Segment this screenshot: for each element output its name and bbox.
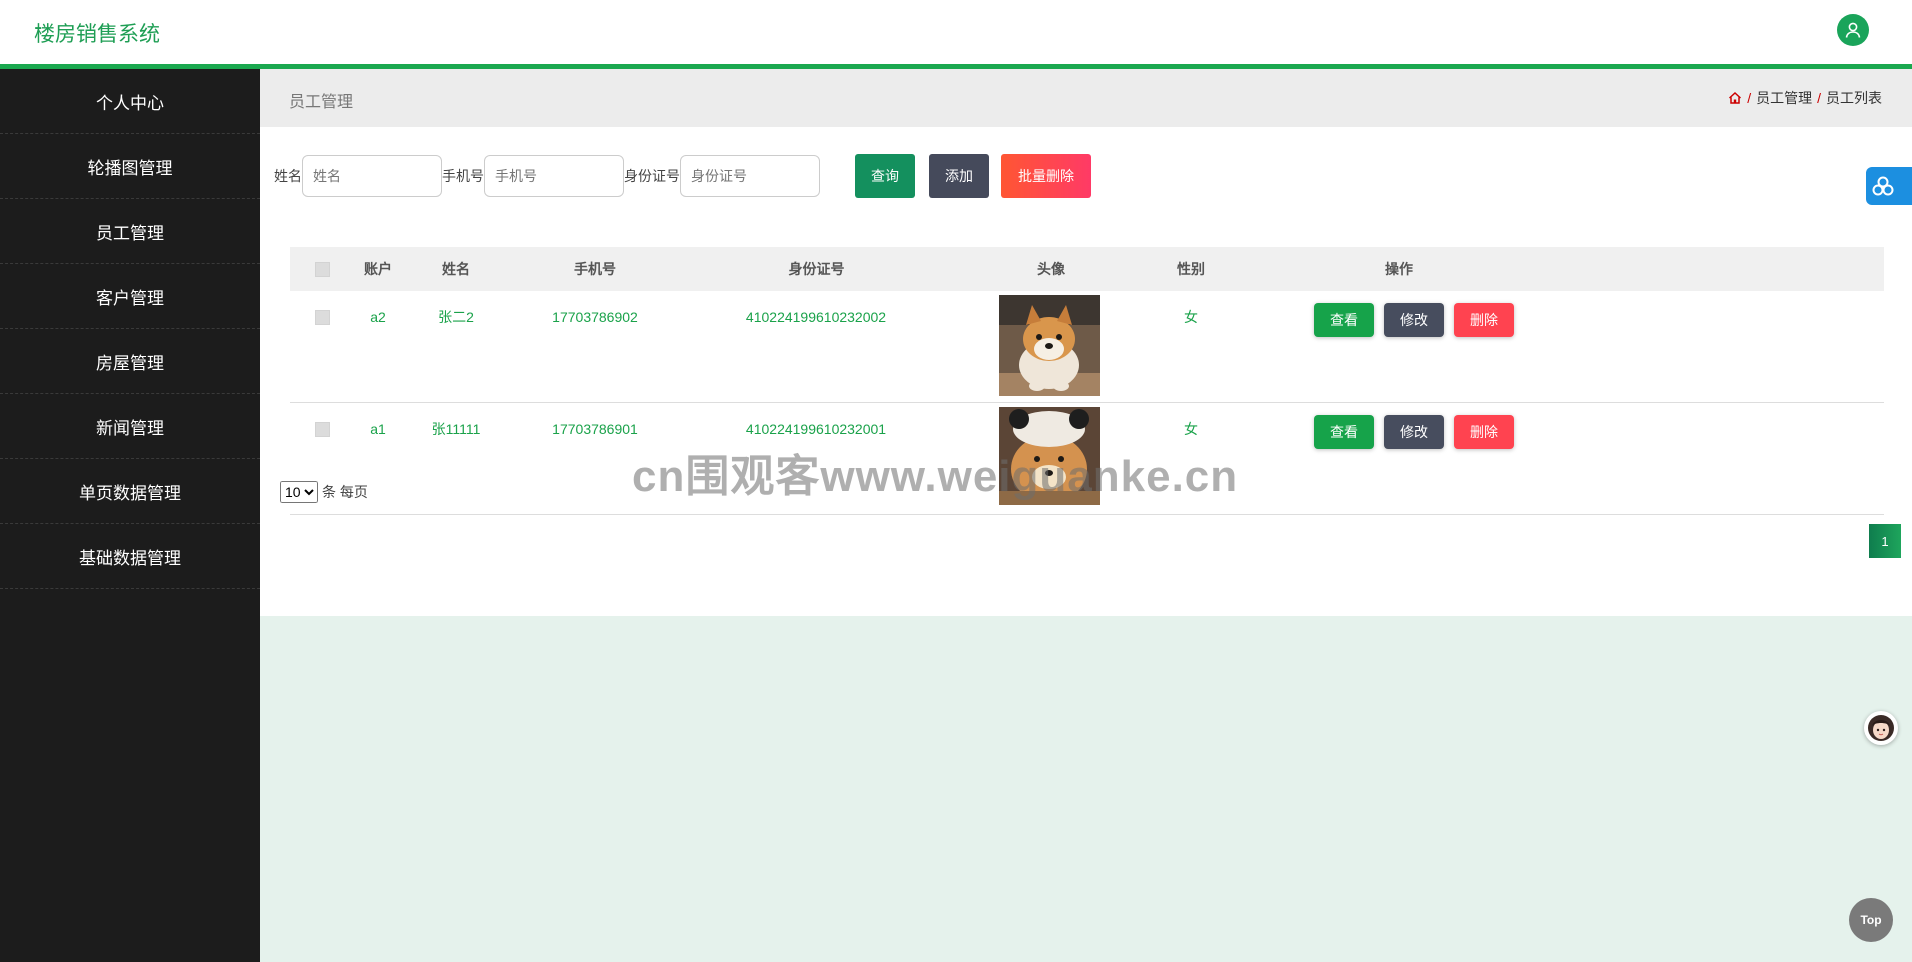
shiba-dog-avatar-image: [999, 295, 1100, 396]
cell-phone: 17703786901: [552, 421, 638, 437]
sidebar-item-label: 房屋管理: [96, 353, 164, 373]
sidebar-item-basic-data[interactable]: 基础数据管理: [0, 524, 260, 589]
view-button[interactable]: 查看: [1314, 303, 1374, 337]
app-title: 楼房销售系统: [34, 23, 160, 46]
user-icon[interactable]: [1837, 14, 1869, 46]
sidebar-item-houses[interactable]: 房屋管理: [0, 329, 260, 394]
sidebar-item-news[interactable]: 新闻管理: [0, 394, 260, 459]
cell-name: 张11111: [431, 421, 481, 437]
column-header-id-number: 身份证号: [788, 261, 845, 277]
id-number-label: 身份证号: [624, 168, 680, 184]
cell-gender: 女: [1184, 309, 1198, 325]
cell-gender: 女: [1184, 421, 1198, 437]
content-panel: 姓名 手机号 身份证号 查询 添加 批量删除 账户 姓名 手机号 身份证号 头像…: [260, 127, 1912, 616]
phone-label: 手机号: [442, 168, 484, 184]
id-number-input[interactable]: [680, 155, 820, 197]
checkbox-box: [314, 421, 330, 437]
back-to-top-button[interactable]: Top: [1849, 898, 1893, 942]
row-actions: 查看 修改 删除: [1314, 303, 1514, 337]
column-header-actions: 操作: [1385, 261, 1413, 277]
sidebar-item-label: 客户管理: [96, 288, 164, 308]
assistant-face-icon: [1868, 715, 1894, 741]
top-header: 楼房销售系统: [0, 0, 1912, 64]
watermark: cn围观客www.weiguanke.cn: [632, 452, 1239, 501]
sidebar-item-label: 员工管理: [96, 223, 164, 243]
breadcrumb-separator: /: [1817, 90, 1821, 106]
breadcrumb-item-employees[interactable]: 员工管理: [1756, 88, 1812, 108]
checkbox-box: [314, 261, 330, 277]
search-form: 姓名 手机号 身份证号 查询 添加 批量删除: [274, 154, 1091, 198]
query-button[interactable]: 查询: [855, 154, 915, 198]
user-icon-glyph: [1845, 22, 1861, 38]
cell-name: 张二2: [438, 309, 474, 325]
column-header-name: 姓名: [442, 261, 470, 277]
sidebar-item-label: 新闻管理: [96, 418, 164, 438]
row-checkbox[interactable]: [310, 303, 334, 331]
column-header-avatar: 头像: [1037, 261, 1065, 277]
per-page-label: 条 每页: [322, 484, 368, 500]
add-button[interactable]: 添加: [929, 154, 989, 198]
name-input[interactable]: [302, 155, 442, 197]
cell-id-number: 410224199610232001: [745, 421, 887, 437]
phone-input[interactable]: [484, 155, 624, 197]
sidebar-item-label: 个人中心: [96, 93, 164, 113]
breadcrumb-separator: /: [1747, 90, 1752, 106]
cell-account: a2: [370, 309, 386, 325]
home-icon[interactable]: [1728, 91, 1742, 105]
checkbox-box: [314, 309, 330, 325]
cell-account: a1: [370, 421, 386, 437]
column-header-gender: 性别: [1177, 261, 1205, 277]
page-size-control: 10 条 每页: [280, 481, 368, 503]
name-label: 姓名: [274, 168, 302, 184]
batch-delete-button[interactable]: 批量删除: [1001, 154, 1091, 198]
sidebar-item-employees[interactable]: 员工管理: [0, 199, 260, 264]
sidebar-item-carousel[interactable]: 轮播图管理: [0, 134, 260, 199]
cell-phone: 17703786902: [552, 309, 638, 325]
delete-button[interactable]: 删除: [1454, 303, 1514, 337]
table-header: 账户 姓名 手机号 身份证号 头像 性别 操作: [290, 247, 1884, 291]
sidebar-item-personal-center[interactable]: 个人中心: [0, 69, 260, 134]
row-actions: 查看 修改 删除: [1314, 415, 1514, 449]
table-row: a2 张二2 17703786902 410224199610232002 女 …: [290, 291, 1884, 403]
view-button[interactable]: 查看: [1314, 415, 1374, 449]
sidebar: 个人中心 轮播图管理 员工管理 客户管理 房屋管理 新闻管理 单页数据管理 基础…: [0, 69, 260, 962]
delete-button[interactable]: 删除: [1454, 415, 1514, 449]
select-all-checkbox[interactable]: [310, 247, 334, 291]
edit-button[interactable]: 修改: [1384, 303, 1444, 337]
page-size-select[interactable]: 10: [280, 481, 318, 503]
breadcrumb-bar: 员工管理 / 员工管理 / 员工列表: [260, 69, 1912, 127]
sidebar-item-label: 轮播图管理: [87, 158, 173, 178]
sidebar-item-customers[interactable]: 客户管理: [0, 264, 260, 329]
page-number-button[interactable]: 1: [1869, 524, 1901, 558]
page-title: 员工管理: [289, 94, 354, 111]
floating-toolbar-tab[interactable]: [1866, 167, 1912, 205]
cell-id-number: 410224199610232002: [745, 309, 887, 325]
column-header-phone: 手机号: [574, 261, 616, 277]
sidebar-item-label: 基础数据管理: [79, 548, 181, 568]
edit-button[interactable]: 修改: [1384, 415, 1444, 449]
cluster-icon: [1872, 176, 1894, 196]
sidebar-item-label: 单页数据管理: [79, 483, 181, 503]
breadcrumb: / 员工管理 / 员工列表: [1728, 88, 1882, 108]
main-content: 员工管理 / 员工管理 / 员工列表 姓名 手机号 身份证号 查询 添加 批量删…: [260, 69, 1912, 962]
assistant-avatar-icon[interactable]: [1864, 711, 1898, 745]
sidebar-item-single-page-data[interactable]: 单页数据管理: [0, 459, 260, 524]
row-checkbox[interactable]: [310, 415, 334, 443]
breadcrumb-item-employee-list: 员工列表: [1826, 90, 1882, 106]
column-header-account: 账户: [364, 261, 392, 277]
